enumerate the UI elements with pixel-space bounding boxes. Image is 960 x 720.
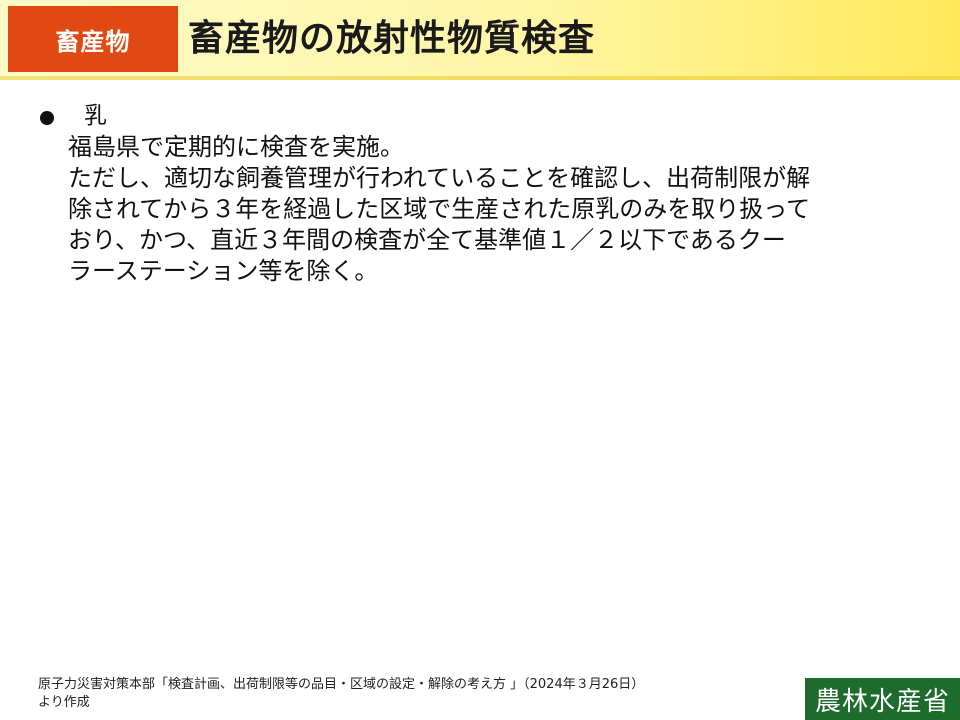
header-divider: [0, 76, 960, 80]
bullet-item: 乳: [38, 100, 918, 132]
bullet-body: 福島県で定期的に検査を実施。 ただし、適切な飼養管理が行われていることを確認し、…: [68, 132, 918, 287]
bullet-icon: [40, 111, 54, 125]
bullet-heading: 乳: [84, 103, 107, 129]
slide-content: 乳 福島県で定期的に検査を実施。 ただし、適切な飼養管理が行われていることを確認…: [38, 100, 918, 287]
category-badge: 畜産物: [8, 6, 178, 72]
body-line: 福島県で定期的に検査を実施。: [68, 133, 404, 161]
slide-title: 畜産物の放射性物質検査: [188, 18, 596, 59]
source-citation-suffix: より作成: [38, 695, 90, 710]
body-line: おり、かつ、直近３年間の検査が全て基準値１／２以下であるクー: [68, 226, 786, 254]
body-line: ただし、適切な飼養管理が行われていることを確認し、出荷制限が解: [68, 164, 811, 192]
ministry-logo: 農林水産省: [805, 678, 960, 720]
body-line: 除されてから３年を経過した区域で生産された原乳のみを取り扱って: [68, 195, 811, 223]
body-line: ラーステーション等を除く。: [68, 257, 379, 285]
source-note: 原子力災害対策本部「検査計画、出荷制限等の品目・区域の設定・解除の考え方 」（2…: [38, 676, 644, 712]
source-citation: 原子力災害対策本部「検査計画、出荷制限等の品目・区域の設定・解除の考え方 」（2…: [38, 677, 645, 692]
